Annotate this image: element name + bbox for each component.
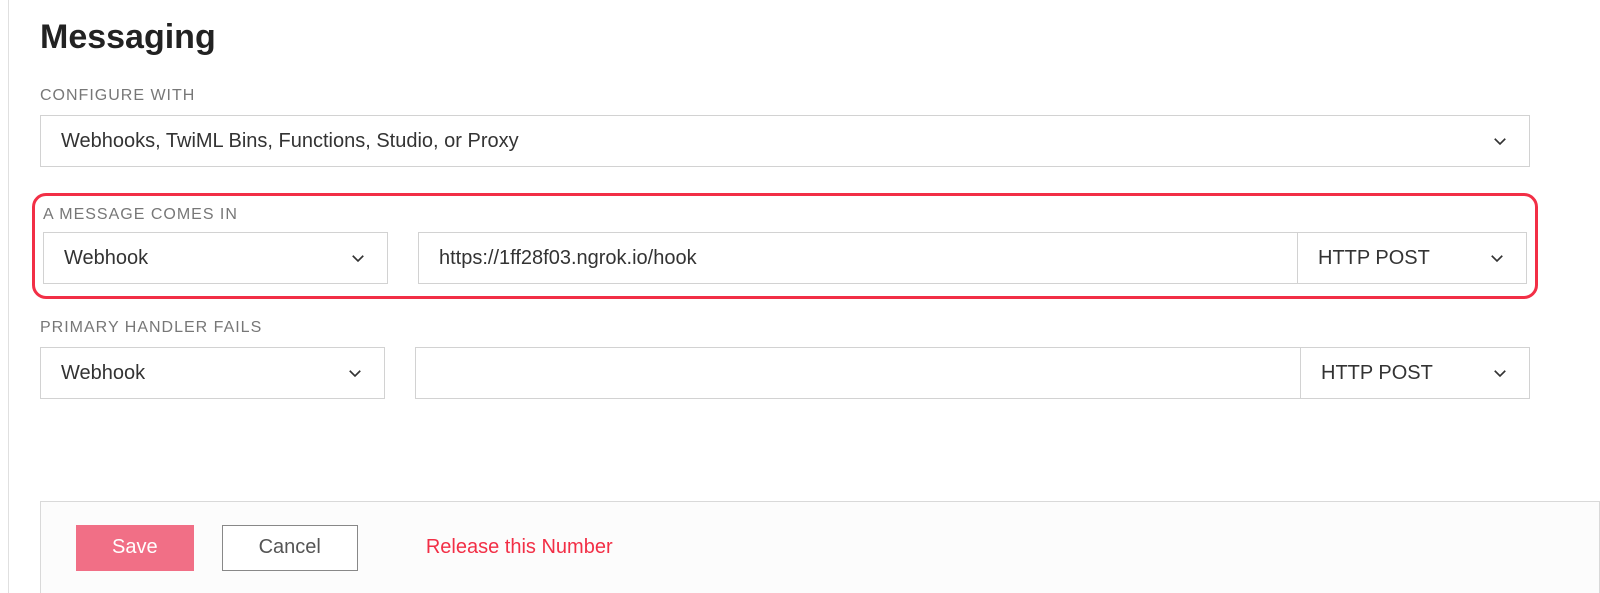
primary-handler-fails-row: Webhook HTTP POST xyxy=(40,347,1530,399)
chevron-down-icon xyxy=(1491,364,1509,382)
primary-fail-method-select[interactable]: HTTP POST xyxy=(1300,347,1530,399)
message-comes-in-row: Webhook HTTP POST xyxy=(43,232,1527,284)
left-divider xyxy=(8,0,9,593)
chevron-down-icon xyxy=(346,364,364,382)
primary-fail-method-value: HTTP POST xyxy=(1321,362,1433,385)
primary-fail-handler-value: Webhook xyxy=(61,362,145,385)
configure-with-select[interactable]: Webhooks, TwiML Bins, Functions, Studio,… xyxy=(40,115,1530,167)
message-in-handler-select[interactable]: Webhook xyxy=(43,232,388,284)
message-in-url-input[interactable] xyxy=(418,232,1297,284)
chevron-down-icon xyxy=(349,249,367,267)
primary-fail-url-method: HTTP POST xyxy=(415,347,1530,399)
save-button[interactable]: Save xyxy=(76,525,194,571)
chevron-down-icon xyxy=(1488,249,1506,267)
message-comes-in-group: A MESSAGE COMES IN Webhook HTTP POST xyxy=(32,193,1538,299)
primary-fail-handler-select[interactable]: Webhook xyxy=(40,347,385,399)
primary-handler-fails-label: PRIMARY HANDLER FAILS xyxy=(40,319,1530,337)
message-in-handler-value: Webhook xyxy=(64,247,148,270)
messaging-settings: Messaging CONFIGURE WITH Webhooks, TwiML… xyxy=(0,0,1600,399)
configure-with-label: CONFIGURE WITH xyxy=(40,87,1530,105)
chevron-down-icon xyxy=(1491,132,1509,150)
primary-handler-fails-group: PRIMARY HANDLER FAILS Webhook HTTP POST xyxy=(40,319,1530,399)
configure-with-value: Webhooks, TwiML Bins, Functions, Studio,… xyxy=(61,130,519,153)
message-in-method-value: HTTP POST xyxy=(1318,247,1430,270)
page-title: Messaging xyxy=(40,18,1530,57)
primary-fail-url-input[interactable] xyxy=(415,347,1300,399)
release-number-link[interactable]: Release this Number xyxy=(426,536,613,559)
message-in-method-select[interactable]: HTTP POST xyxy=(1297,232,1527,284)
cancel-button[interactable]: Cancel xyxy=(222,525,358,571)
message-in-url-method: HTTP POST xyxy=(418,232,1527,284)
message-comes-in-label: A MESSAGE COMES IN xyxy=(43,206,1527,224)
footer-bar: Save Cancel Release this Number xyxy=(40,501,1600,593)
